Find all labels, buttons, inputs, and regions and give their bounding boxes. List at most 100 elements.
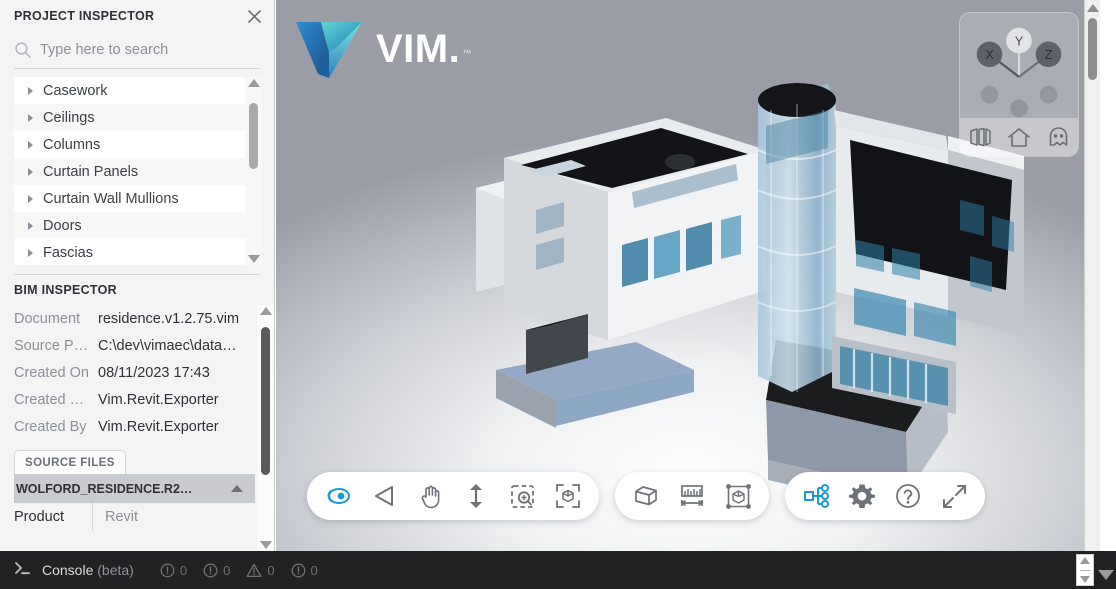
- search-input[interactable]: [40, 42, 260, 58]
- tree-item-label: Columns: [43, 136, 101, 153]
- logo-text: VIM: [376, 27, 449, 71]
- counter-info-2[interactable]: 0: [203, 563, 230, 578]
- 3d-viewport[interactable]: VIM. ™ X Y Z: [276, 0, 1100, 551]
- category-tree: Casework Ceilings Columns Curtain Panels…: [14, 77, 262, 265]
- logo-tm: ™: [462, 47, 472, 58]
- bim-key: Created …: [14, 391, 85, 408]
- console-title: Console: [42, 562, 94, 578]
- counter-info-1[interactable]: 0: [160, 563, 187, 578]
- axis-neg-y-handle: [1010, 99, 1028, 118]
- tree-item-casework[interactable]: Casework: [14, 77, 245, 104]
- home-icon[interactable]: [1004, 123, 1034, 151]
- scrollbar-thumb[interactable]: [249, 103, 258, 169]
- console-bar[interactable]: Console (beta) 0 0 0 0: [0, 551, 1116, 589]
- ghost-icon[interactable]: [1043, 123, 1073, 151]
- console-beta: (beta): [93, 562, 134, 578]
- tools-group: [615, 472, 769, 520]
- console-resize-spinner[interactable]: [1076, 554, 1094, 586]
- source-file-row[interactable]: WOLFORD_RESIDENCE.R2…: [14, 474, 255, 503]
- viewer-toolbar: [307, 472, 985, 520]
- bim-value: 08/11/2023 17:43: [98, 364, 210, 381]
- tree-item-label: Casework: [43, 82, 108, 99]
- bim-key: Created On: [14, 364, 89, 381]
- orbit-icon[interactable]: [315, 473, 361, 519]
- scroll-up-icon[interactable]: [259, 307, 272, 315]
- spinner-up-icon[interactable]: [1080, 557, 1090, 564]
- isolate-icon[interactable]: [715, 473, 761, 519]
- bim-inspector-title: BIM INSPECTOR: [14, 283, 117, 297]
- chevron-right-icon: [28, 221, 33, 230]
- navigation-group: [307, 472, 599, 520]
- property-key: Product: [14, 509, 64, 525]
- bim-row-document: Document residence.v1.2.75.vim: [14, 305, 255, 332]
- chevron-right-icon: [28, 248, 33, 257]
- bim-inspector-body: Document residence.v1.2.75.vim Source P……: [0, 305, 274, 551]
- viewer-scrollbar[interactable]: [1084, 0, 1100, 551]
- bim-value: C:\dev\vimaec\data…: [98, 337, 237, 354]
- tree-item-doors[interactable]: Doors: [14, 212, 245, 239]
- axis-gizmo-axes[interactable]: X Y Z: [960, 13, 1078, 118]
- scroll-down-icon[interactable]: [247, 255, 260, 263]
- tree-item-label: Fascias: [43, 244, 93, 261]
- gear-icon[interactable]: [839, 473, 885, 519]
- axis-neg-z-handle: [980, 85, 999, 104]
- section-box-icon[interactable]: [623, 473, 669, 519]
- counter-warning[interactable]: 0: [246, 563, 275, 578]
- info-icon: [160, 563, 175, 577]
- chevron-up-icon[interactable]: [231, 485, 243, 492]
- tree-item-label: Doors: [43, 217, 82, 234]
- pan-icon[interactable]: [407, 473, 453, 519]
- tree-item-label: Curtain Panels: [43, 163, 139, 180]
- measure-icon[interactable]: [669, 473, 715, 519]
- source-file-name: WOLFORD_RESIDENCE.R2…: [16, 481, 193, 496]
- page-title: PROJECT INSPECTOR: [14, 9, 155, 23]
- scroll-up-icon[interactable]: [1087, 4, 1099, 12]
- spinner-down-icon[interactable]: [1080, 576, 1090, 583]
- category-tree-scrollbar[interactable]: [245, 77, 262, 265]
- gizmo-button-bar: [960, 118, 1078, 156]
- scroll-up-icon[interactable]: [247, 79, 260, 87]
- category-tree-list: Casework Ceilings Columns Curtain Panels…: [14, 77, 245, 265]
- sections-icon[interactable]: [965, 123, 995, 151]
- tree-item-label: Curtain Wall Mullions: [43, 190, 179, 207]
- bim-row-source-path: Source P… C:\dev\vimaec\data…: [14, 332, 255, 359]
- panel-header: PROJECT INSPECTOR: [0, 0, 274, 32]
- source-property-product: Product Revit: [14, 503, 255, 531]
- tree-item-columns[interactable]: Columns: [14, 131, 245, 158]
- close-icon[interactable]: [242, 4, 266, 28]
- bim-inspector-scrollbar[interactable]: [257, 305, 274, 551]
- logo-dot: .: [448, 27, 461, 71]
- vim-logo-wordmark: VIM. ™: [376, 29, 471, 69]
- zoom-to-fit-icon[interactable]: [545, 473, 591, 519]
- bim-key: Document: [14, 310, 81, 327]
- bim-value: residence.v1.2.75.vim: [98, 310, 240, 327]
- info-icon: [203, 563, 218, 577]
- bim-tab-strip: SOURCE FILES: [14, 450, 255, 474]
- project-tree-icon[interactable]: [793, 473, 839, 519]
- tree-item-label: Ceilings: [43, 109, 95, 126]
- look-around-icon[interactable]: [361, 473, 407, 519]
- bim-row-created-by: Created By Vim.Revit.Exporter: [14, 413, 255, 440]
- tab-source-files[interactable]: SOURCE FILES: [14, 450, 126, 474]
- tree-item-ceilings[interactable]: Ceilings: [14, 104, 245, 131]
- console-label: Console (beta): [42, 562, 134, 578]
- zoom-icon[interactable]: [453, 473, 499, 519]
- zoom-window-icon[interactable]: [499, 473, 545, 519]
- scroll-down-icon[interactable]: [1098, 570, 1114, 580]
- counter-error[interactable]: 0: [291, 563, 318, 578]
- terminal-icon: [14, 560, 32, 581]
- tree-item-curtain-panels[interactable]: Curtain Panels: [14, 158, 245, 185]
- scrollbar-thumb[interactable]: [1088, 18, 1097, 80]
- help-icon[interactable]: [885, 473, 931, 519]
- axis-z-label: Z: [1045, 47, 1053, 62]
- bim-value: Vim.Revit.Exporter: [98, 391, 219, 408]
- chevron-right-icon: [28, 167, 33, 176]
- search-icon: [14, 41, 32, 59]
- fullscreen-icon[interactable]: [931, 473, 977, 519]
- scrollbar-thumb[interactable]: [261, 327, 270, 475]
- spinner-divider: [1079, 569, 1091, 571]
- tree-item-fascias[interactable]: Fascias: [14, 239, 245, 265]
- scroll-down-icon[interactable]: [259, 541, 272, 549]
- tree-item-curtain-wall-mullions[interactable]: Curtain Wall Mullions: [14, 185, 245, 212]
- axis-gizmo[interactable]: X Y Z: [959, 12, 1079, 157]
